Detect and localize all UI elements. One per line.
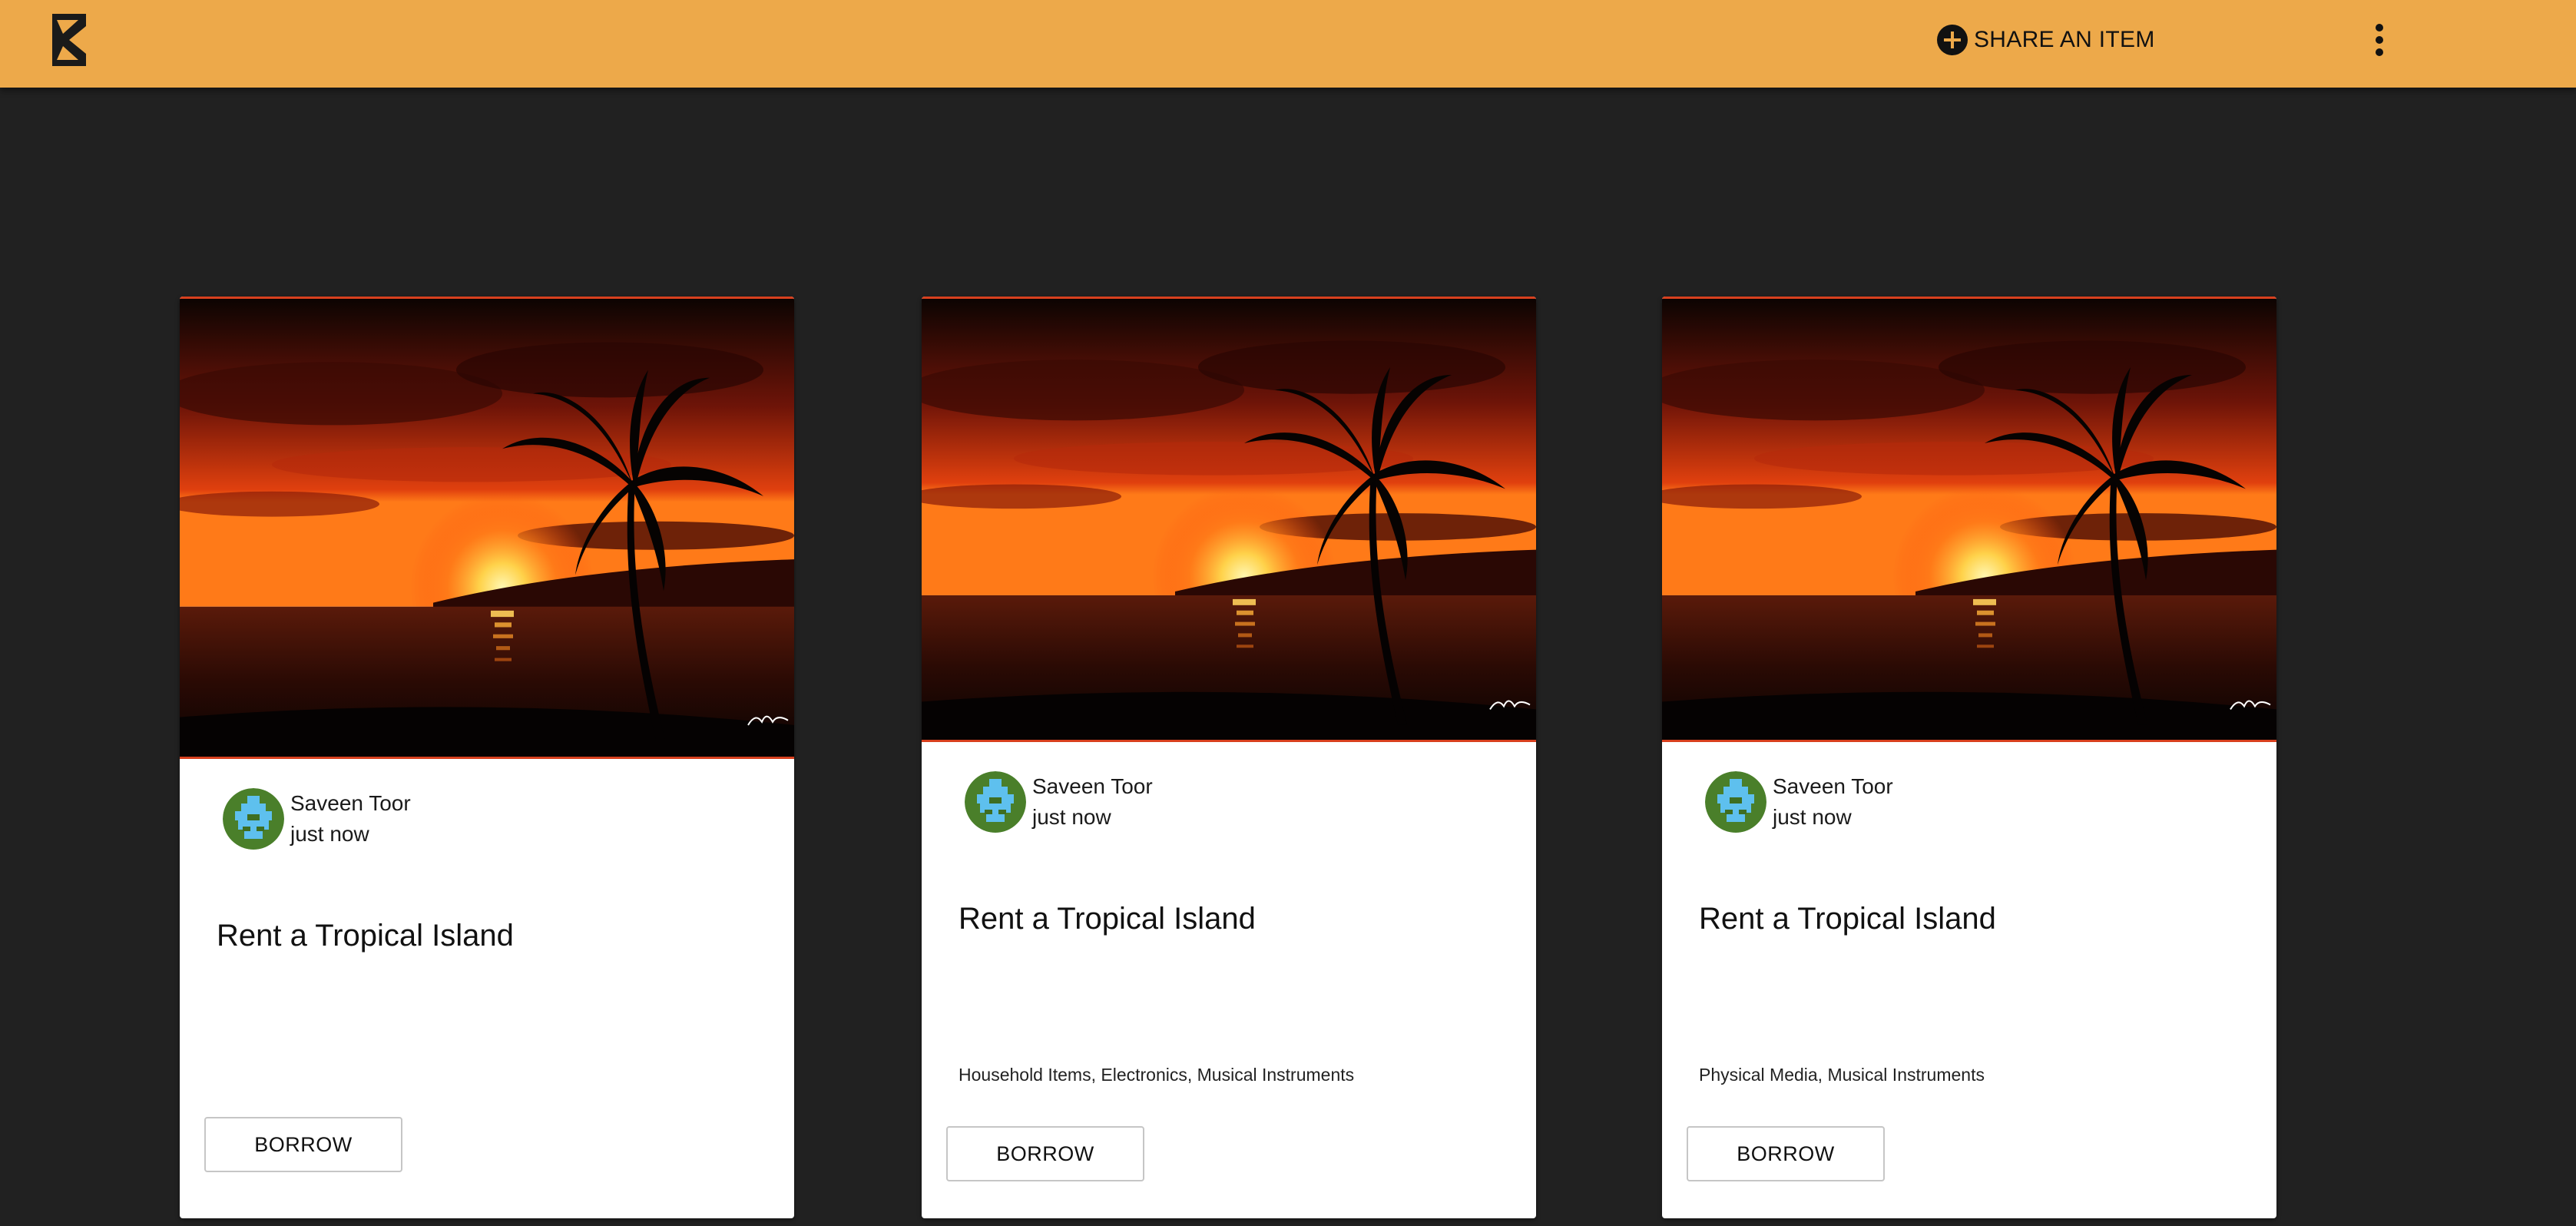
owner-name: Saveen Toor	[1032, 774, 1153, 798]
item-title: Rent a Tropical Island	[959, 902, 1256, 936]
share-item-button[interactable]: SHARE AN ITEM	[1935, 23, 2155, 57]
avatar	[1705, 771, 1766, 833]
avatar	[223, 788, 284, 850]
item-tags: Household Items, Electronics, Musical In…	[959, 1065, 1355, 1085]
more-vert-icon[interactable]	[2368, 22, 2391, 58]
borrow-button[interactable]: BORROW	[204, 1117, 402, 1172]
item-tags: Physical Media, Musical Instruments	[1699, 1065, 1985, 1085]
avatar	[965, 771, 1026, 833]
item-timestamp: just now	[290, 822, 369, 846]
borrow-button[interactable]: BORROW	[1687, 1126, 1885, 1181]
item-owner: Saveen Toor just now	[965, 771, 1153, 833]
item-image	[180, 297, 794, 759]
borrow-button[interactable]: BORROW	[946, 1126, 1144, 1181]
item-timestamp: just now	[1032, 805, 1111, 829]
item-card: Saveen Toor just now Rent a Tropical Isl…	[922, 297, 1536, 1218]
add-circle-icon	[1935, 23, 1969, 57]
item-image	[922, 297, 1536, 742]
item-card: Saveen Toor just now Rent a Tropical Isl…	[180, 297, 794, 1218]
boomtown-logo-icon[interactable]	[45, 11, 94, 69]
owner-name: Saveen Toor	[1773, 774, 1893, 798]
item-image	[1662, 297, 2276, 742]
item-timestamp: just now	[1773, 805, 1852, 829]
item-owner: Saveen Toor just now	[1705, 771, 1893, 833]
item-owner: Saveen Toor just now	[223, 788, 411, 850]
share-item-label: SHARE AN ITEM	[1974, 27, 2155, 52]
owner-name: Saveen Toor	[290, 791, 411, 815]
item-title: Rent a Tropical Island	[217, 919, 514, 953]
top-app-bar: SHARE AN ITEM	[0, 0, 2576, 88]
item-title: Rent a Tropical Island	[1699, 902, 1996, 936]
item-card: Saveen Toor just now Rent a Tropical Isl…	[1662, 297, 2276, 1218]
